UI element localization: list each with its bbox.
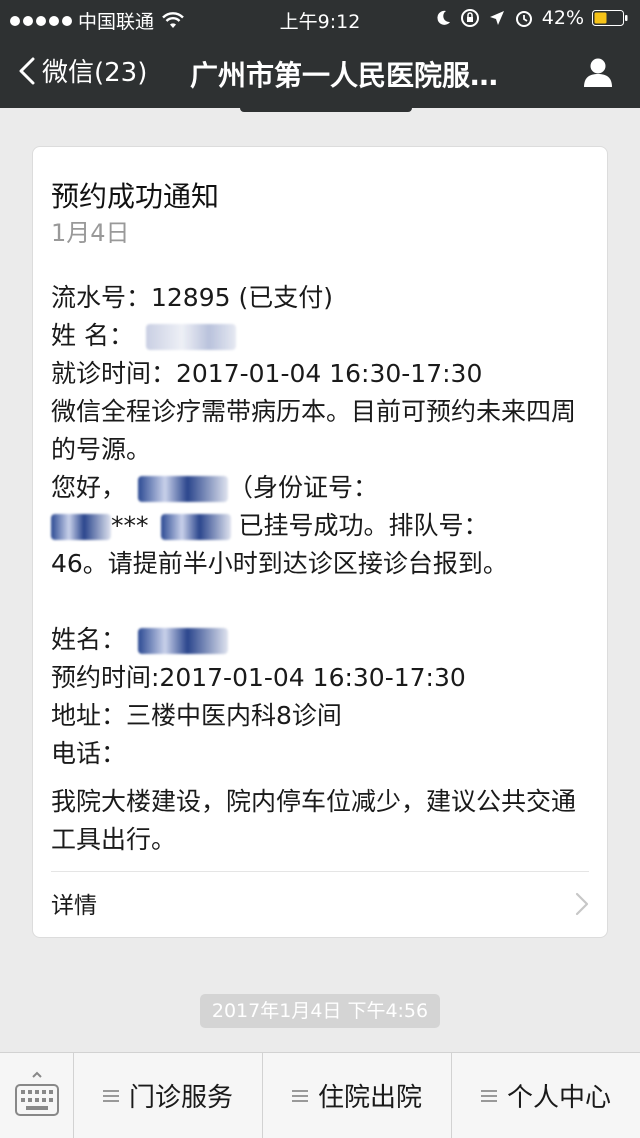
battery-percent: 42% <box>541 7 584 29</box>
redacted-greeting-name <box>138 476 229 502</box>
redacted-name <box>145 324 236 350</box>
menu-list-icon <box>480 1089 497 1102</box>
name2-line: 姓名： <box>51 621 581 659</box>
keyboard-icon <box>15 1071 59 1116</box>
id-success-line: *** 已挂号成功。排队号： <box>51 507 581 545</box>
status-right: 42% <box>434 7 628 29</box>
name2-label: 姓名： <box>51 625 127 654</box>
appointment-time-line: 预约时间:2017-01-04 16:30-17:30 <box>51 663 466 692</box>
card-body: 流水号：12895 (已支付) 姓 名： 就诊时间：2017-01-04 16:… <box>51 279 581 773</box>
parking-notice: 我院大楼建设，院内停车位减少，建议公共交通工具出行。 <box>51 787 577 854</box>
menu-list-icon <box>291 1089 308 1102</box>
alarm-clock-icon <box>515 11 532 27</box>
header-pull-tab <box>240 108 412 112</box>
moon-icon <box>437 10 450 25</box>
queue-line: 46。请提前半小时到达诊区接诊台报到。 <box>51 549 508 578</box>
chevron-left-icon <box>19 57 35 84</box>
greeting-id-label: （身份证号： <box>228 473 379 502</box>
menu-inpatient-discharge[interactable]: 住院出院 <box>263 1053 452 1138</box>
menu-label: 门诊服务 <box>128 1083 233 1113</box>
menu-personal-center[interactable]: 个人中心 <box>452 1053 640 1138</box>
user-profile-icon[interactable] <box>582 56 614 88</box>
orientation-lock-icon <box>460 9 479 27</box>
keyboard-toggle-button[interactable] <box>0 1053 74 1138</box>
visit-time-line: 就诊时间：2017-01-04 16:30-17:30 <box>51 359 483 388</box>
status-bar: 中国联通 上午9:12 42% <box>0 0 640 38</box>
patient-name-line: 姓 名： <box>51 317 581 355</box>
menu-outpatient-services[interactable]: 门诊服务 <box>74 1053 263 1138</box>
card-date: 1月4日 <box>51 219 130 247</box>
chevron-right-icon <box>575 892 589 916</box>
location-arrow-icon <box>489 11 504 25</box>
id-masked: *** <box>111 511 149 540</box>
details-label: 详情 <box>51 893 97 919</box>
menu-label: 住院出院 <box>317 1083 422 1113</box>
serial-number-line: 流水号：12895 (已支付) <box>51 283 333 312</box>
redacted-id-start <box>51 514 111 540</box>
redacted-id-end <box>160 514 231 540</box>
phone-line: 电话： <box>51 739 127 768</box>
menu-label: 个人中心 <box>506 1083 611 1113</box>
back-button[interactable]: 微信(23) <box>18 52 147 89</box>
greeting-prefix: 您好， <box>51 473 127 502</box>
bottom-menu-bar: 门诊服务 住院出院 个人中心 <box>0 1052 640 1138</box>
address-line: 地址：三楼中医内科8诊间 <box>51 701 342 730</box>
chat-title: 广州市第一人民医院服… <box>190 59 499 92</box>
battery-icon <box>592 10 628 26</box>
redacted-name2 <box>138 628 229 654</box>
greeting-line: 您好， （身份证号： <box>51 469 581 507</box>
back-label: 微信(23) <box>42 58 148 88</box>
details-link[interactable]: 详情 <box>33 872 607 938</box>
card-title: 预约成功通知 <box>51 180 220 213</box>
appointment-notification-card[interactable]: 预约成功通知 1月4日 流水号：12895 (已支付) 姓 名： 就诊时间：20… <box>32 146 608 938</box>
name-label: 姓 名： <box>51 321 134 350</box>
success-text: 已挂号成功。排队号： <box>238 511 489 540</box>
menu-list-icon <box>102 1089 119 1102</box>
message-timestamp: 2017年1月4日 下午4:56 <box>200 994 440 1028</box>
note-line: 微信全程诊疗需带病历本。目前可预约未来四周的号源。 <box>51 397 577 464</box>
nav-bar: 微信(23) 广州市第一人民医院服… <box>0 38 640 108</box>
